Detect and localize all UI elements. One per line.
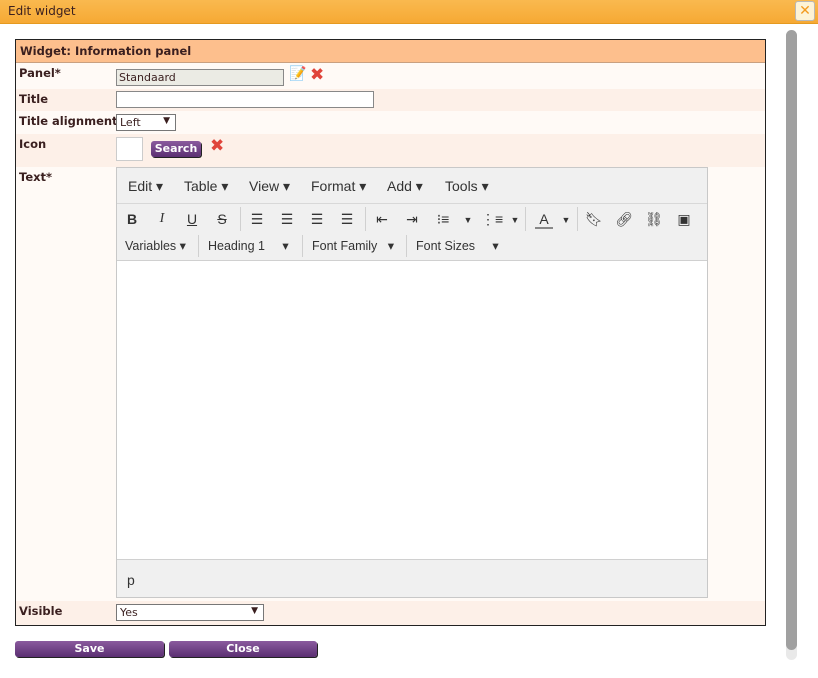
title-input[interactable] [116,91,374,108]
element-path[interactable]: p [127,572,135,588]
font-family-dropdown[interactable]: Font Family ▾ [312,238,394,253]
divider [577,207,578,231]
rich-text-editor: Edit ▾ Table ▾ View ▾ Format ▾ Add ▾ Too… [116,167,708,598]
close-button[interactable]: Close [169,641,317,657]
panel-input[interactable]: Standaard [116,69,284,86]
menu-format[interactable]: Format ▾ [311,178,366,195]
menu-label: Table [184,178,218,194]
menu-label: Tools [445,178,478,194]
dialog-title: Edit widget [8,4,76,18]
row-title-alignment: Title alignment Left ▼ [16,111,765,134]
title-alignment-label: Title alignment [19,114,118,128]
align-justify-icon[interactable]: ☰ [338,211,356,228]
icon-preview [116,137,143,161]
dropdown-label: Heading 1 [208,239,265,253]
delete-icon-icon[interactable]: ✖ [210,138,224,155]
menu-table[interactable]: Table ▾ [184,178,228,195]
align-left-icon[interactable]: ☰ [248,211,266,228]
indent-icon[interactable]: ⇥ [403,211,421,228]
divider [406,235,407,257]
italic-icon[interactable]: I [153,211,171,227]
divider [240,207,241,231]
bold-icon[interactable]: B [123,211,141,227]
edit-icon[interactable]: 📝 [289,66,306,82]
dialog-titlebar: Edit widget ✕ [0,0,818,24]
underline-icon[interactable]: U [183,211,201,227]
panel-label: Panel* [19,66,61,80]
dropdown-label: Font Family [312,239,378,253]
divider [365,207,366,231]
dropdown-label: Variables [125,239,177,253]
menu-edit[interactable]: Edit ▾ [128,178,163,195]
font-sizes-dropdown[interactable]: Font Sizes ▾ [416,238,499,253]
heading-dropdown[interactable]: Heading 1 ▾ [208,238,289,253]
icon-label: Icon [19,137,47,151]
row-visible: Visible Yes ▼ [16,601,765,625]
menu-label: View [249,178,280,194]
chevron-down-icon[interactable]: ▼ [459,215,477,225]
dropdown-label: Font Sizes [416,239,476,253]
chevron-down-icon[interactable]: ▼ [506,215,524,225]
chevron-down-icon: ▼ [251,606,258,616]
chevron-down-icon: ▼ [163,116,170,126]
row-panel: Panel* Standaard 📝 ✖ [16,63,765,89]
visible-value: Yes [120,606,138,619]
editor-menubar: Edit ▾ Table ▾ View ▾ Format ▾ Add ▾ Too… [117,168,707,204]
menu-view[interactable]: View ▾ [249,178,290,195]
menu-add[interactable]: Add ▾ [387,178,423,195]
outdent-icon[interactable]: ⇤ [373,211,391,228]
text-color-icon[interactable]: A [535,211,553,229]
save-button[interactable]: Save [15,641,164,657]
editor-content[interactable] [117,260,707,560]
divider [302,235,303,257]
link-icon[interactable]: 🔗︎ [615,211,633,228]
menu-tools[interactable]: Tools ▾ [445,178,489,195]
numbered-list-icon[interactable]: ⋮≡ [481,211,503,228]
variables-dropdown[interactable]: Variables ▾ [125,238,186,253]
title-label: Title [19,92,49,106]
bookmark-icon[interactable]: 🔖︎ [585,211,603,228]
chevron-down-icon[interactable]: ▼ [557,215,575,225]
row-text: Text* Edit ▾ Table ▾ View ▾ Format ▾ Add… [16,167,765,601]
scrollbar[interactable] [786,30,797,660]
close-icon[interactable]: ✕ [795,1,815,21]
visible-label: Visible [19,604,63,618]
icon-search-button[interactable]: Search [151,141,201,157]
delete-icon[interactable]: ✖ [310,67,324,84]
align-right-icon[interactable]: ☰ [308,211,326,228]
panel-header: Widget: Information panel [16,40,765,63]
menu-label: Add [387,178,412,194]
widget-form: Widget: Information panel Panel* Standaa… [15,39,766,626]
title-alignment-value: Left [120,116,141,129]
unlink-icon[interactable]: ⛓︎ [645,211,663,228]
menu-label: Format [311,178,356,194]
row-icon: Icon Search ✖ [16,134,765,167]
image-icon[interactable]: ▣ [675,211,693,228]
scrollbar-thumb[interactable] [786,30,797,650]
strikethrough-icon[interactable]: S [213,211,231,227]
divider [525,207,526,231]
text-label: Text* [19,170,53,184]
divider [198,235,199,257]
bullet-list-icon[interactable]: ⁝≡ [434,211,452,228]
visible-select[interactable]: Yes ▼ [116,604,264,621]
title-alignment-select[interactable]: Left ▼ [116,114,176,131]
menu-label: Edit [128,178,153,194]
align-center-icon[interactable]: ☰ [278,211,296,228]
row-title: Title [16,89,765,111]
